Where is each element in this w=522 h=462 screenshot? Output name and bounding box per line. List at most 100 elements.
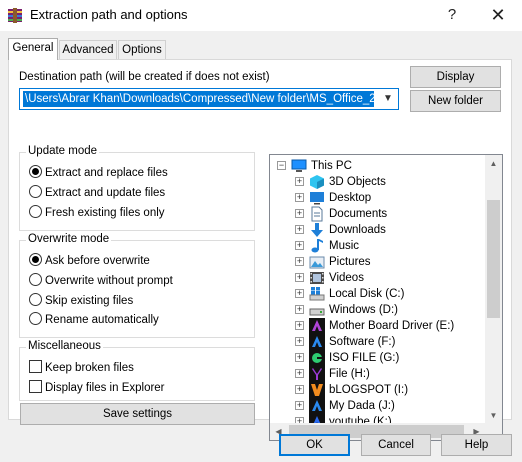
custom-drive-icon bbox=[309, 334, 325, 350]
destination-path-combo[interactable]: \Users\Abrar Khan\Downloads\Compressed\N… bbox=[19, 88, 399, 110]
radio-fresh-existing[interactable]: Fresh existing files only bbox=[29, 205, 165, 221]
radio-icon[interactable] bbox=[29, 312, 42, 325]
expand-icon[interactable]: + bbox=[295, 193, 304, 202]
tree-item-label: Downloads bbox=[329, 224, 386, 236]
checkbox-icon[interactable] bbox=[29, 360, 42, 373]
radio-extract-replace[interactable]: Extract and replace files bbox=[29, 165, 168, 181]
help-button[interactable]: Help bbox=[441, 434, 512, 456]
custom-drive-icon bbox=[309, 398, 325, 414]
tab-options[interactable]: Options bbox=[118, 40, 166, 60]
general-panel: Destination path (will be created if doe… bbox=[8, 59, 512, 441]
tree-item-label: Local Disk (C:) bbox=[329, 288, 405, 300]
expand-icon[interactable]: + bbox=[295, 369, 304, 378]
radio-label: Extract and update files bbox=[45, 187, 166, 199]
tab-general[interactable]: General bbox=[8, 38, 58, 60]
tree-item-label: File (H:) bbox=[329, 368, 370, 380]
cancel-button[interactable]: Cancel bbox=[361, 434, 431, 456]
radio-skip-existing[interactable]: Skip existing files bbox=[29, 293, 133, 309]
help-title-button[interactable]: ? bbox=[430, 0, 474, 31]
cube-icon bbox=[310, 175, 324, 189]
expand-icon[interactable]: + bbox=[295, 257, 304, 266]
tree-item-label: Pictures bbox=[329, 256, 371, 268]
pictures-icon bbox=[309, 256, 325, 269]
checkbox-keep-broken-files[interactable]: Keep broken files bbox=[29, 360, 134, 376]
radio-selected-icon[interactable] bbox=[29, 165, 42, 178]
radio-label: Extract and replace files bbox=[45, 167, 168, 179]
expand-icon[interactable]: + bbox=[295, 273, 304, 282]
tree-item-label: 3D Objects bbox=[329, 176, 386, 188]
tree-item-label: Music bbox=[329, 240, 360, 252]
scroll-up-icon[interactable]: ▲ bbox=[485, 155, 502, 172]
radio-icon[interactable] bbox=[29, 185, 42, 198]
scroll-down-icon[interactable]: ▼ bbox=[485, 407, 502, 424]
custom-drive-icon bbox=[309, 382, 325, 398]
radio-rename-automatically[interactable]: Rename automatically bbox=[29, 312, 159, 328]
new-folder-button[interactable]: New folder bbox=[410, 90, 501, 112]
dialog-client: General Advanced Options Destination pat… bbox=[0, 31, 522, 462]
custom-drive-icon bbox=[309, 318, 325, 334]
checkbox-label: Display files in Explorer bbox=[45, 382, 165, 394]
winrar-icon bbox=[8, 8, 22, 23]
destination-path-input[interactable]: \Users\Abrar Khan\Downloads\Compressed\N… bbox=[23, 91, 374, 107]
scroll-thumb[interactable] bbox=[487, 200, 500, 318]
destination-label: Destination path (will be created if doe… bbox=[19, 71, 270, 83]
tree-item-label: bLOGSPOT (I:) bbox=[329, 384, 409, 396]
tree-item-label: Videos bbox=[329, 272, 364, 284]
expand-icon[interactable]: + bbox=[295, 209, 304, 218]
tree-item-label: Software (F:) bbox=[329, 336, 396, 348]
expand-icon[interactable]: + bbox=[295, 241, 304, 250]
display-button[interactable]: Display bbox=[410, 66, 501, 88]
expand-icon[interactable]: + bbox=[295, 401, 304, 410]
desktop-icon bbox=[310, 192, 324, 205]
tree-item-label: Desktop bbox=[329, 192, 372, 204]
update-mode-group: Update mode Extract and replace files Ex… bbox=[19, 145, 255, 231]
expand-icon[interactable]: + bbox=[295, 321, 304, 330]
radio-extract-update[interactable]: Extract and update files bbox=[29, 185, 165, 201]
radio-selected-icon[interactable] bbox=[29, 253, 42, 266]
expand-icon[interactable]: + bbox=[295, 305, 304, 314]
radio-label: Ask before overwrite bbox=[45, 255, 150, 267]
expand-icon[interactable]: + bbox=[295, 289, 304, 298]
radio-overwrite-without-prompt[interactable]: Overwrite without prompt bbox=[29, 273, 173, 289]
expand-icon[interactable]: + bbox=[295, 385, 304, 394]
radio-icon[interactable] bbox=[29, 293, 42, 306]
document-icon bbox=[311, 206, 323, 222]
tab-advanced[interactable]: Advanced bbox=[59, 40, 117, 60]
radio-icon[interactable] bbox=[29, 205, 42, 218]
radio-ask-before-overwrite[interactable]: Ask before overwrite bbox=[29, 253, 150, 269]
chevron-down-icon[interactable]: ▼ bbox=[378, 89, 398, 109]
update-mode-title: Update mode bbox=[26, 145, 100, 157]
film-icon bbox=[310, 272, 324, 284]
miscellaneous-group: Miscellaneous Keep broken files Display … bbox=[19, 340, 255, 401]
checkbox-display-in-explorer[interactable]: Display files in Explorer bbox=[29, 380, 165, 396]
radio-label: Rename automatically bbox=[45, 314, 159, 326]
expand-icon[interactable]: + bbox=[295, 225, 304, 234]
close-button[interactable]: ✕ bbox=[476, 0, 520, 31]
miscellaneous-title: Miscellaneous bbox=[26, 340, 103, 352]
computer-icon bbox=[291, 159, 307, 172]
expand-icon[interactable]: + bbox=[295, 337, 304, 346]
tree-vertical-scrollbar[interactable]: ▲ ▼ bbox=[485, 155, 502, 424]
drive-icon bbox=[309, 308, 325, 316]
folder-tree[interactable]: − This PC + 3D Objects + Desktop + Docum… bbox=[269, 154, 503, 441]
expand-icon[interactable]: + bbox=[295, 177, 304, 186]
tree-item-label: This PC bbox=[311, 160, 352, 172]
checkbox-label: Keep broken files bbox=[45, 362, 134, 374]
radio-label: Fresh existing files only bbox=[45, 207, 165, 219]
radio-label: Skip existing files bbox=[45, 295, 134, 307]
windows-drive-icon bbox=[309, 287, 325, 301]
overwrite-mode-title: Overwrite mode bbox=[26, 233, 112, 245]
expand-icon[interactable]: + bbox=[295, 353, 304, 362]
radio-icon[interactable] bbox=[29, 273, 42, 286]
custom-drive-icon bbox=[309, 366, 325, 382]
checkbox-icon[interactable] bbox=[29, 380, 42, 393]
tree-item-label: My Dada (J:) bbox=[329, 400, 395, 412]
collapse-icon[interactable]: − bbox=[277, 161, 286, 170]
download-arrow-icon bbox=[311, 223, 323, 237]
save-settings-button[interactable]: Save settings bbox=[20, 403, 255, 425]
tree-item-label: ISO FILE (G:) bbox=[329, 352, 400, 364]
ok-button[interactable]: OK bbox=[279, 434, 350, 456]
custom-drive-icon bbox=[309, 350, 325, 366]
tree-item-label: Documents bbox=[329, 208, 388, 220]
music-note-icon bbox=[311, 239, 323, 253]
